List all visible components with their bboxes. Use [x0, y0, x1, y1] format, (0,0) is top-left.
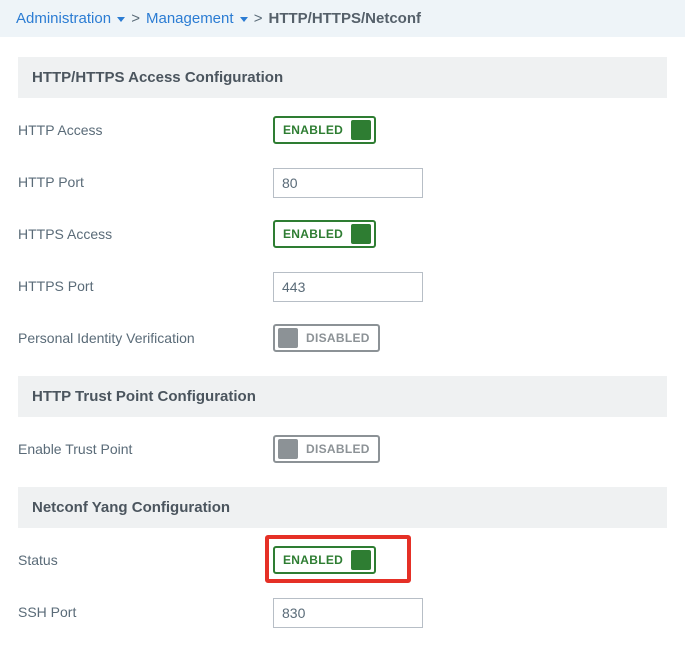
field-label: HTTP Access: [18, 116, 273, 140]
page-content: HTTP/HTTPS Access Configuration HTTP Acc…: [0, 37, 685, 670]
toggle-knob-icon: [278, 328, 298, 348]
toggle-text: DISABLED: [298, 442, 378, 456]
field-label: HTTP Port: [18, 168, 273, 192]
piv-toggle[interactable]: DISABLED: [273, 324, 380, 352]
breadcrumb-label: Administration: [16, 10, 111, 27]
https-port-input[interactable]: [273, 272, 423, 302]
toggle-knob-icon: [351, 120, 371, 140]
field-ssh-port: SSH Port: [18, 598, 667, 630]
field-label: Enable Trust Point: [18, 435, 273, 459]
field-piv: Personal Identity Verification DISABLED: [18, 324, 667, 356]
field-netconf-status: Status ENABLED: [18, 546, 667, 578]
field-label: HTTPS Access: [18, 220, 273, 244]
breadcrumb: Administration > Management > HTTP/HTTPS…: [0, 0, 685, 37]
breadcrumb-separator: >: [131, 10, 140, 27]
https-access-toggle[interactable]: ENABLED: [273, 220, 376, 248]
field-http-access: HTTP Access ENABLED: [18, 116, 667, 148]
toggle-knob-icon: [278, 439, 298, 459]
toggle-text: DISABLED: [298, 331, 378, 345]
breadcrumb-management[interactable]: Management: [146, 10, 248, 27]
section-header-http-https: HTTP/HTTPS Access Configuration: [18, 57, 667, 98]
toggle-text: ENABLED: [275, 123, 351, 137]
toggle-text: ENABLED: [275, 553, 351, 567]
field-http-port: HTTP Port: [18, 168, 667, 200]
chevron-down-icon: [240, 17, 248, 22]
field-https-port: HTTPS Port: [18, 272, 667, 304]
netconf-status-toggle[interactable]: ENABLED: [273, 546, 376, 574]
breadcrumb-label: Management: [146, 10, 234, 27]
breadcrumb-administration[interactable]: Administration: [16, 10, 125, 27]
toggle-text: ENABLED: [275, 227, 351, 241]
field-label: Personal Identity Verification: [18, 324, 273, 348]
ssh-port-input[interactable]: [273, 598, 423, 628]
section-header-netconf: Netconf Yang Configuration: [18, 487, 667, 528]
breadcrumb-separator: >: [254, 10, 263, 27]
toggle-knob-icon: [351, 550, 371, 570]
field-enable-trust-point: Enable Trust Point DISABLED: [18, 435, 667, 467]
field-label: Status: [18, 546, 273, 570]
breadcrumb-current: HTTP/HTTPS/Netconf: [268, 10, 421, 27]
chevron-down-icon: [117, 17, 125, 22]
field-label: SSH Port: [18, 598, 273, 622]
field-label: HTTPS Port: [18, 272, 273, 296]
field-https-access: HTTPS Access ENABLED: [18, 220, 667, 252]
http-port-input[interactable]: [273, 168, 423, 198]
http-access-toggle[interactable]: ENABLED: [273, 116, 376, 144]
enable-trust-point-toggle[interactable]: DISABLED: [273, 435, 380, 463]
toggle-knob-icon: [351, 224, 371, 244]
section-header-trustpoint: HTTP Trust Point Configuration: [18, 376, 667, 417]
